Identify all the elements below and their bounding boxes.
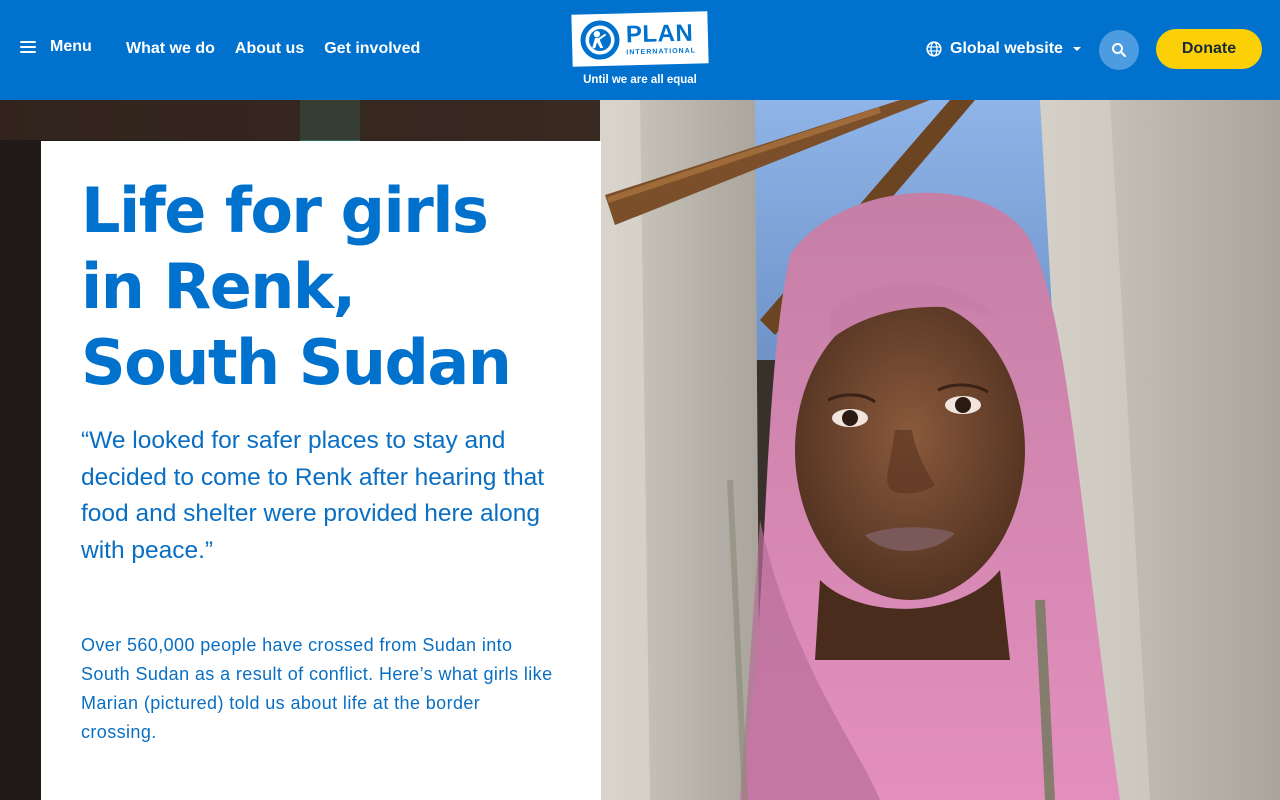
site-header: Menu What we do About us Get involved PL…: [0, 0, 1280, 100]
logo-wordmark: PLAN INTERNATIONAL: [625, 19, 697, 56]
search-button[interactable]: [1099, 30, 1139, 70]
chevron-down-icon: [1072, 47, 1081, 51]
logo-name: PLAN: [625, 19, 694, 48]
hero-intro-text: Over 560,000 people have crossed from Su…: [81, 635, 553, 742]
hamburger-icon: [20, 41, 36, 53]
nav-get-involved[interactable]: Get involved: [324, 40, 420, 58]
plan-international-logo[interactable]: PLAN INTERNATIONAL Until we are all equa…: [571, 11, 709, 86]
plan-logo-icon: [580, 20, 620, 60]
globe-icon: [926, 41, 942, 57]
main-nav: What we do About us Get involved: [126, 40, 420, 58]
hero-quote: “We looked for safer places to stay and …: [81, 427, 545, 564]
hero-text-card: Life for girls in Renk, South Sudan “We …: [41, 141, 601, 800]
nav-about-us[interactable]: About us: [235, 40, 304, 58]
donate-button[interactable]: Donate: [1156, 29, 1262, 69]
logo-tagline: Until we are all equal: [583, 74, 697, 86]
global-website-label: Global website: [950, 40, 1063, 57]
search-icon: [1112, 43, 1127, 58]
logo-sub: INTERNATIONAL: [626, 47, 697, 56]
page-title: Life for girls in Renk, South Sudan: [81, 174, 512, 399]
menu-button[interactable]: Menu: [20, 38, 92, 56]
global-website-selector[interactable]: Global website: [926, 40, 1081, 58]
menu-label: Menu: [50, 38, 92, 55]
logo-box: PLAN INTERNATIONAL: [571, 11, 709, 67]
nav-what-we-do[interactable]: What we do: [126, 40, 215, 58]
